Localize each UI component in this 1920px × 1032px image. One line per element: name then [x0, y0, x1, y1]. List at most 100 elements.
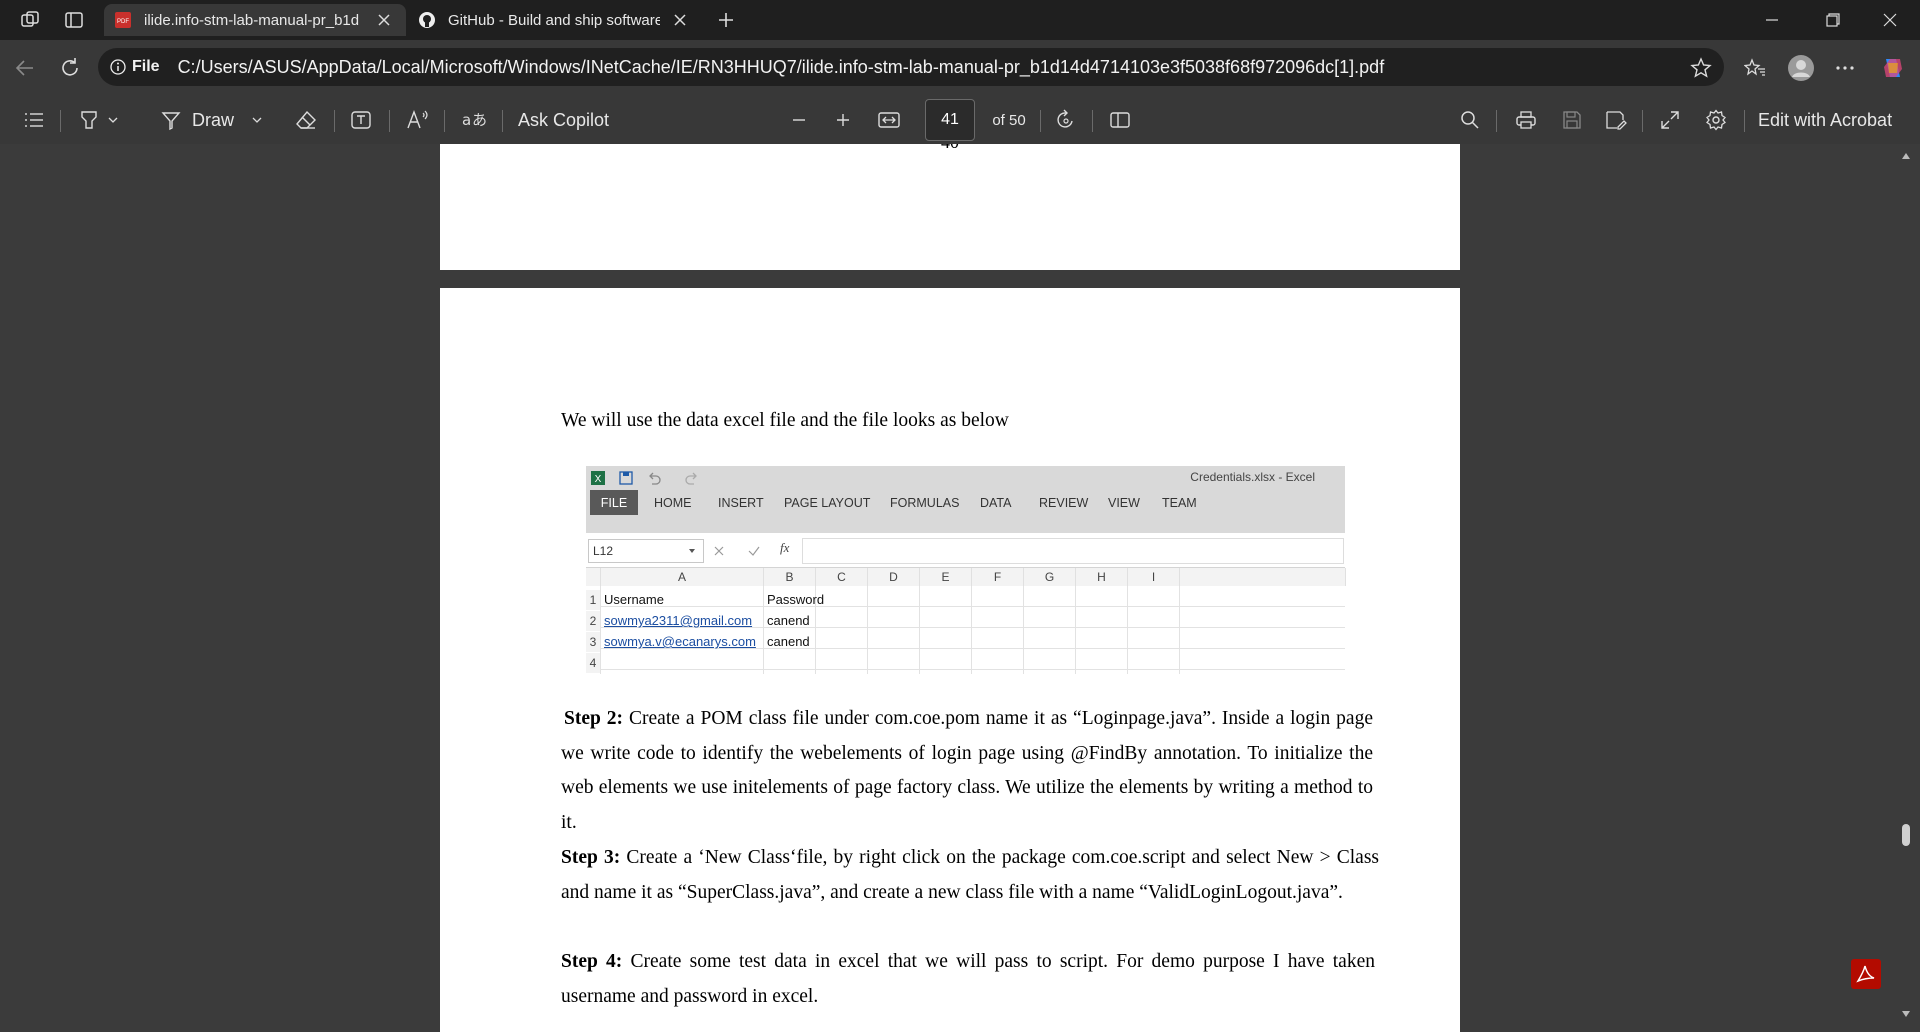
scrollbar-thumb[interactable] [1902, 824, 1910, 846]
draw-button[interactable]: Draw [156, 106, 266, 134]
step-text: Create a ‘New Class‘file, by right click… [561, 847, 1380, 903]
highlighter-icon [81, 111, 97, 129]
excel-tab-team: TEAM [1162, 496, 1197, 510]
separator [502, 110, 503, 132]
address-bar: File C:/Users/ASUS/AppData/Local/Microso… [0, 40, 1920, 96]
read-aloud-icon[interactable] [402, 106, 434, 134]
excel-name-box: L12 [588, 539, 704, 563]
restore-icon[interactable] [1813, 6, 1853, 34]
excel-tab-page-layout: PAGE LAYOUT [784, 496, 871, 510]
tab-title: ilide.info-stm-lab-manual-pr_b1d [144, 11, 360, 29]
chevron-down-icon [108, 117, 118, 123]
excel-row-header: 1 [586, 590, 600, 610]
excel-col-header: G [1024, 568, 1076, 586]
separator [444, 110, 445, 132]
excel-cell: canend [767, 613, 810, 628]
separator [334, 110, 335, 132]
separator [60, 110, 61, 132]
more-menu-icon[interactable] [1830, 53, 1860, 83]
excel-row-header: 2 [586, 611, 600, 631]
highlight-button[interactable] [74, 106, 122, 134]
favorite-star-icon[interactable] [1686, 53, 1716, 83]
edit-with-acrobat-button[interactable]: Edit with Acrobat [1758, 106, 1908, 134]
step-label: Step 4: [561, 951, 623, 972]
excel-tab-file: FILE [590, 490, 638, 515]
page-view-icon[interactable] [1106, 106, 1134, 134]
svg-text:あ: あ [472, 111, 487, 129]
acrobat-icon[interactable] [1851, 959, 1881, 989]
tab-github[interactable]: GitHub - Build and ship software c [408, 4, 700, 36]
excel-cell: canend [767, 634, 810, 649]
separator [1040, 110, 1041, 132]
excel-logo-icon: X [591, 471, 605, 485]
excel-col-header: F [972, 568, 1024, 586]
step-4-paragraph: Step 4: Create some test data in excel t… [561, 945, 1375, 1014]
fullscreen-icon[interactable] [1656, 106, 1684, 134]
ask-copilot-label: Ask Copilot [518, 109, 610, 130]
site-info-button[interactable]: File [110, 58, 160, 76]
close-window-icon[interactable] [1870, 6, 1910, 34]
excel-cell: Password [767, 592, 825, 607]
url-field[interactable]: File C:/Users/ASUS/AppData/Local/Microso… [98, 48, 1724, 86]
back-icon[interactable] [10, 53, 40, 83]
chevron-down-icon [689, 549, 695, 553]
favorites-icon[interactable] [1740, 53, 1770, 83]
text-box-icon[interactable] [347, 106, 375, 134]
github-icon [418, 11, 436, 29]
step-label: Step 2: [564, 708, 624, 729]
close-tab-icon[interactable] [374, 10, 394, 30]
workspaces-icon[interactable] [18, 8, 42, 32]
excel-col-header: E [920, 568, 972, 586]
vertical-scrollbar[interactable] [1892, 144, 1920, 1032]
eraser-icon[interactable] [292, 106, 320, 134]
contents-list-icon[interactable] [20, 106, 48, 134]
step-3-paragraph: Step 3: Create a ‘New Class‘file, by rig… [561, 841, 1379, 910]
separator [1744, 110, 1745, 132]
separator [1642, 110, 1643, 132]
excel-col-header: I [1128, 568, 1180, 586]
excel-formula-input [802, 538, 1344, 564]
page-number-label: 40 [440, 144, 1460, 153]
separator [1092, 110, 1093, 132]
scheme-label: File [132, 58, 160, 75]
excel-row-header: 3 [586, 632, 600, 652]
excel-cell-link: sowmya.v@ecanarys.com [604, 634, 756, 649]
draw-label: Draw [191, 109, 234, 130]
pdf-page-current: We will use the data excel file and the … [440, 288, 1460, 1032]
excel-grid: A B C D E F G H I 1 Username Password 2 … [586, 568, 1346, 674]
save-as-icon[interactable] [1602, 106, 1630, 134]
step-label: Step 3: [561, 847, 621, 868]
vertical-tabs-icon[interactable] [62, 8, 86, 32]
new-tab-icon[interactable] [714, 8, 738, 32]
minimize-icon[interactable] [1752, 6, 1792, 34]
enter-check-icon [748, 546, 760, 556]
tab-pdf[interactable]: PDF ilide.info-stm-lab-manual-pr_b1d [104, 4, 406, 36]
url-text: C:/Users/ASUS/AppData/Local/Microsoft/Wi… [177, 56, 1385, 77]
pdf-page-previous: 40 [440, 144, 1460, 270]
scroll-up-icon [1902, 153, 1910, 159]
print-icon[interactable] [1512, 106, 1540, 134]
undo-icon [649, 472, 661, 485]
rotate-icon[interactable] [1052, 106, 1080, 134]
svg-text:PDF: PDF [117, 19, 129, 25]
save-icon[interactable] [1558, 106, 1586, 134]
fx-label: fx [780, 540, 790, 555]
chevron-down-icon [252, 117, 262, 123]
copilot-icon[interactable] [1878, 53, 1908, 83]
intro-text: We will use the data excel file and the … [561, 410, 1009, 431]
close-tab-icon[interactable] [670, 10, 690, 30]
profile-avatar-icon[interactable] [1786, 53, 1816, 83]
zoom-out-icon[interactable] [786, 106, 812, 134]
excel-tab-review: REVIEW [1039, 496, 1089, 510]
refresh-icon[interactable] [55, 53, 85, 83]
settings-gear-icon[interactable] [1702, 106, 1730, 134]
ask-copilot-button[interactable]: Ask Copilot [518, 106, 618, 134]
page-total: of 50 [992, 111, 1026, 129]
search-icon[interactable] [1456, 106, 1484, 134]
page-number-input[interactable]: 41 [925, 99, 975, 141]
excel-tab-view: VIEW [1108, 496, 1140, 510]
document-viewer[interactable]: 40 We will use the data excel file and t… [0, 144, 1920, 1032]
translate-icon[interactable]: aあ [458, 106, 490, 134]
zoom-in-icon[interactable] [830, 106, 856, 134]
fit-width-icon[interactable] [874, 106, 904, 134]
